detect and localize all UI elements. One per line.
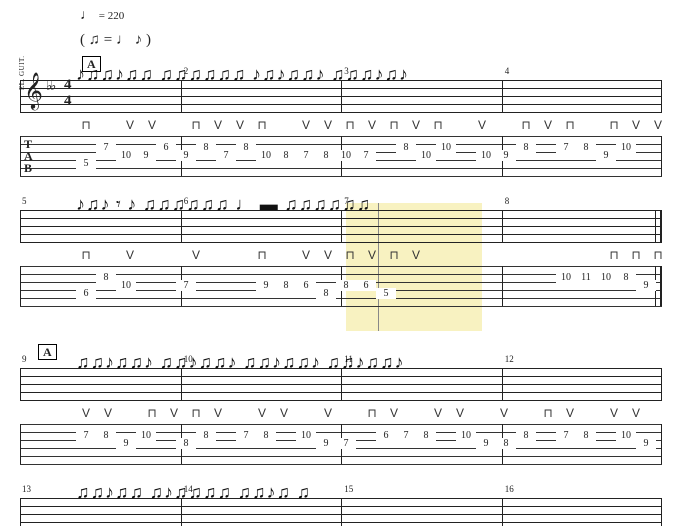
fret-number: 8 (316, 288, 336, 299)
system-4: 13 14 15 16 ♫♫♪♫♫ ♫♪♫♫♫♫ ♫♫♪♫ ♫ (20, 498, 662, 526)
bowing-row: VV⊓V⊓VVVV⊓VVVV⊓VVVV⊓V (20, 406, 662, 420)
fret-number: 6 (76, 288, 96, 299)
down-bow-icon: ⊓ (142, 406, 164, 420)
system-3: 9 10 11 12 ♫♫♪♫♫♪ ♫♫♪♫♫♪ ♫♫♪♫♫♪ ♫♫♪♫♫♪ V… (20, 368, 662, 464)
up-bow-icon: V (296, 118, 318, 132)
note-beams: ♫♫♪♫♫ ♫♪♫♫♫♫ ♫♫♪♫ ♫ (76, 482, 656, 526)
up-bow-icon: V (406, 118, 428, 132)
note-beams: ♫♫♪♫♫♪ ♫♫♪♫♫♪ ♫♫♪♫♫♪ ♫♫♪♫♫♪ (76, 352, 656, 402)
up-bow-icon: V (494, 406, 516, 420)
up-bow-icon: V (560, 406, 582, 420)
up-bow-icon: V (362, 118, 384, 132)
note-beams: ♪♫♪ 𝄾 ♪ ♫♫♫♫♫♫ ♩ ▬ ♫♫♫♫♫♫ (76, 194, 656, 244)
up-bow-icon: V (318, 118, 340, 132)
down-bow-icon: ⊓ (362, 406, 384, 420)
down-bow-icon: ⊓ (76, 118, 98, 132)
key-signature: ♭♭ (46, 78, 54, 94)
notation-staff: 5 6 7 8 ♪♫♪ 𝄾 ♪ ♫♫♫♫♫♫ ♩ ▬ ♫♫♫♫♫♫ (20, 210, 662, 242)
up-bow-icon: V (164, 406, 186, 420)
fret-number: 5 (376, 288, 396, 299)
rehearsal-mark-a: A (38, 344, 57, 360)
up-bow-icon: V (362, 248, 384, 262)
system-1: EL. GUIT. 𝄞 ♭♭ 4 4 2 3 4 ♪♫♫♪♫♫ ♫♫♫♫♫♫ ♪… (20, 80, 662, 176)
tempo-marking: ♩ = 220 (80, 8, 124, 24)
down-bow-icon: ⊓ (516, 118, 538, 132)
down-bow-icon: ⊓ (648, 248, 662, 262)
down-bow-icon: ⊓ (604, 248, 626, 262)
tab-staff: 78108781067810878106 98979897 (20, 424, 662, 464)
notation-staff: 13 14 15 16 ♫♫♪♫♫ ♫♪♫♫♫♫ ♫♫♪♫ ♫ (20, 498, 662, 526)
up-bow-icon: V (208, 406, 230, 420)
down-bow-icon: ⊓ (384, 248, 406, 262)
down-bow-icon: ⊓ (538, 406, 560, 420)
down-bow-icon: ⊓ (626, 248, 648, 262)
down-bow-icon: ⊓ (340, 118, 362, 132)
up-bow-icon: V (604, 406, 626, 420)
up-bow-icon: V (274, 406, 296, 420)
bowing-row: ⊓VV⊓VV⊓VV⊓V⊓V⊓V⊓V⊓⊓VV⊓V⊓ (20, 118, 662, 132)
up-bow-icon: V (142, 118, 164, 132)
tab-staff: 81011108810 1079868697 685 (20, 266, 662, 306)
up-bow-icon: V (384, 406, 406, 420)
tab-string-4 (76, 446, 656, 457)
measure-number: 13 (22, 484, 31, 494)
notation-staff: 9 10 11 12 ♫♫♪♫♫♪ ♫♫♪♫♫♪ ♫♫♪♫♫♪ ♫♫♪♫♫♪ (20, 368, 662, 400)
up-bow-icon: V (626, 406, 648, 420)
up-bow-icon: V (98, 406, 120, 420)
up-bow-icon: V (538, 118, 560, 132)
treble-clef: 𝄞 (24, 74, 43, 106)
tab-clef: T A B (24, 138, 33, 174)
notation-staff: 𝄞 ♭♭ 4 4 2 3 4 ♪♫♫♪♫♫ ♫♫♫♫♫♫ ♪♫♪♫♫♪ ♫♫♫♪… (20, 80, 662, 112)
down-bow-icon: ⊓ (560, 118, 582, 132)
up-bow-icon: V (230, 118, 252, 132)
up-bow-icon: V (406, 248, 428, 262)
tempo-bpm: 220 (108, 10, 125, 22)
up-bow-icon: V (626, 118, 648, 132)
up-bow-icon: V (252, 406, 274, 420)
up-bow-icon: V (296, 248, 318, 262)
tab-staff: T A B 76888108781097 1099710878107101099… (20, 136, 662, 176)
up-bow-icon: V (472, 118, 494, 132)
up-bow-icon: V (318, 248, 340, 262)
up-bow-icon: V (208, 118, 230, 132)
system-2: 5 6 7 8 ♪♫♪ 𝄾 ♪ ♫♫♫♫♫♫ ♩ ▬ ♫♫♫♫♫♫ ⊓VV⊓VV… (20, 210, 662, 306)
bowing-row: ⊓VV⊓VV⊓V⊓V⊓⊓⊓VVVV (20, 248, 662, 262)
down-bow-icon: ⊓ (604, 118, 626, 132)
down-bow-icon: ⊓ (186, 406, 208, 420)
up-bow-icon: V (318, 406, 340, 420)
measure-number: 9 (22, 354, 27, 364)
down-bow-icon: ⊓ (252, 118, 274, 132)
up-bow-icon: V (186, 248, 208, 262)
up-bow-icon: V (648, 118, 662, 132)
tab-string-4: 6 8 5 (76, 288, 656, 299)
down-bow-icon: ⊓ (384, 118, 406, 132)
measure-number: 5 (22, 196, 27, 206)
down-bow-icon: ⊓ (252, 248, 274, 262)
down-bow-icon: ⊓ (186, 118, 208, 132)
tab-string-4: 5 (76, 158, 656, 169)
up-bow-icon: V (450, 406, 472, 420)
sheet-page: { "tempo": { "symbol": "♩", "equals": "=… (0, 0, 680, 526)
note-beams: ♪♫♫♪♫♫ ♫♫♫♫♫♫ ♪♫♪♫♫♪ ♫♫♫♪♫♪ (76, 64, 656, 114)
down-bow-icon: ⊓ (340, 248, 362, 262)
up-bow-icon: V (76, 406, 98, 420)
time-signature: 4 4 (64, 77, 72, 109)
fret-number: 5 (76, 158, 96, 169)
down-bow-icon: ⊓ (428, 118, 450, 132)
up-bow-icon: V (120, 118, 142, 132)
tempo-note-symbol: ♩ (80, 8, 94, 23)
swing-indication: ( ♫ = ♩ ♪ ) (80, 32, 151, 49)
up-bow-icon: V (428, 406, 450, 420)
up-bow-icon: V (120, 248, 142, 262)
down-bow-icon: ⊓ (76, 248, 98, 262)
